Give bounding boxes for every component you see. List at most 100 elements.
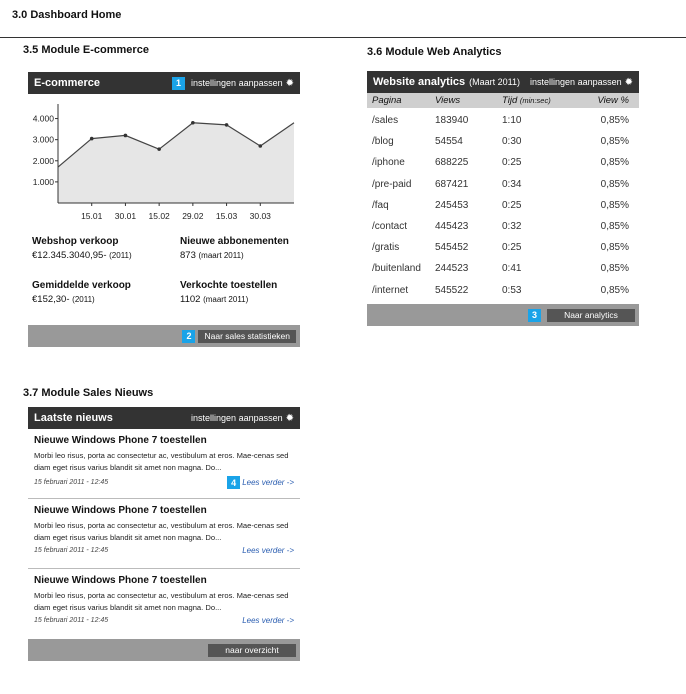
news-item-body: Morbi leo risus, porta ac consectetur ac… — [34, 451, 289, 472]
chart-data-point — [89, 136, 94, 141]
cell-views: 244523 — [435, 263, 469, 275]
read-more-link[interactable]: Lees verder -> — [242, 546, 294, 555]
stat-value: 873 (maart 2011) — [180, 250, 310, 261]
read-more-label: Lees verder -> — [242, 616, 294, 625]
chart-data-point — [258, 144, 263, 148]
chart-x-tick-label: 30.03 — [250, 211, 272, 221]
ecommerce-header: E-commerce 1 instellingen aanpassen ✹ — [28, 72, 300, 94]
cell-time: 1:10 — [502, 115, 522, 127]
cell-time: 0:30 — [502, 136, 522, 148]
chart-x-tick-label: 15.02 — [149, 211, 171, 221]
cell-page: /blog — [372, 136, 394, 148]
news-list: Nieuwe Windows Phone 7 toestellen Morbi l… — [28, 429, 300, 639]
chart-y-tick-label: 3.000 — [33, 135, 55, 145]
analytics-button[interactable]: Naar analytics — [547, 308, 635, 322]
chart-y-tick-label: 4.000 — [33, 114, 55, 124]
column-header-page: Pagina — [372, 95, 402, 106]
ecommerce-stats: Webshop verkoop €12.345.3040,95- (2011) … — [28, 234, 300, 325]
cell-views: 687421 — [435, 178, 469, 190]
news-title: Laatste nieuws — [34, 412, 113, 424]
cell-view-pct: 0,85% — [600, 178, 629, 190]
cell-time: 0:25 — [502, 242, 522, 254]
chart-data-point — [157, 147, 161, 151]
cell-page: /sales — [372, 115, 399, 127]
settings-label: instellingen aanpassen — [530, 77, 622, 87]
chart-x-tick-label: 15.01 — [81, 211, 103, 221]
sales-statistics-button[interactable]: Naar sales statistieken — [198, 329, 296, 343]
cell-views: 54554 — [435, 136, 463, 148]
news-item: Nieuwe Windows Phone 7 toestellen Morbi l… — [28, 569, 300, 639]
news-item-date: 15 februari 2011 - 12:45 — [34, 547, 109, 554]
cell-page: /faq — [372, 199, 389, 211]
table-row: /buitenland 244523 0:41 0,85% — [367, 258, 639, 279]
web-analytics-panel: Website analytics (Maart 2011) instellin… — [367, 71, 639, 326]
stat-number: €12.345.3040,95- — [32, 250, 107, 261]
table-row: /pre-paid 687421 0:34 0,85% — [367, 174, 639, 195]
news-item-body: Morbi leo risus, porta ac consectetur ac… — [34, 591, 289, 612]
cell-time: 0:25 — [502, 157, 522, 169]
chart-y-tick-label: 1.000 — [33, 177, 55, 187]
news-item-title: Nieuwe Windows Phone 7 toestellen — [34, 505, 207, 516]
table-row: /blog 54554 0:30 0,85% — [367, 131, 639, 152]
analytics-table-header: Pagina Views Tijd (min:sec) View % — [367, 93, 639, 108]
news-item-date: 15 februari 2011 - 12:45 — [34, 617, 109, 624]
news-footer: naar overzicht — [28, 639, 300, 661]
annotation-badge: 2 — [182, 329, 196, 343]
ecommerce-chart: 1.000 2.000 3.000 4.000 15.01 30.01 15.02 29.02… — [28, 94, 300, 234]
stat-label: Nieuwe abbonementen — [180, 236, 289, 247]
news-item-meta: 15 februari 2011 - 12:45 Lees verder -> — [34, 546, 294, 555]
read-more-link[interactable]: Lees verder -> — [242, 616, 294, 625]
stat-value: 1102 (maart 2011) — [180, 294, 310, 305]
table-row: /gratis 545452 0:25 0,85% — [367, 237, 639, 258]
web-analytics-settings-button[interactable]: instellingen aanpassen ✹ — [530, 77, 633, 88]
stat-period: (maart 2011) — [198, 251, 244, 260]
chart-x-tick-label: 29.02 — [182, 211, 204, 221]
news-overview-button[interactable]: naar overzicht — [208, 643, 296, 657]
cell-view-pct: 0,85% — [600, 263, 629, 275]
annotation-badge: 4 — [227, 476, 241, 489]
cell-time: 0:53 — [502, 284, 522, 296]
news-settings-button[interactable]: instellingen aanpassen ✹ — [191, 413, 294, 424]
ecommerce-footer: 2 Naar sales statistieken — [28, 325, 300, 347]
web-analytics-header: Website analytics (Maart 2011) instellin… — [367, 71, 639, 93]
gear-icon: ✹ — [624, 76, 633, 88]
read-more-label: Lees verder -> — [242, 546, 294, 555]
section-title-sales-news: 3.7 Module Sales Nieuws — [23, 387, 154, 399]
read-more-link[interactable]: 4 Lees verder -> — [227, 476, 294, 489]
web-analytics-period: (Maart 2011) — [469, 77, 520, 87]
cell-view-pct: 0,85% — [600, 157, 629, 169]
cell-view-pct: 0,85% — [600, 115, 629, 127]
stat-new-subscriptions: Nieuwe abbonementen 873 (maart 2011) — [180, 236, 310, 261]
news-item-date: 15 februari 2011 - 12:45 — [34, 479, 109, 486]
stat-label: Gemiddelde verkoop — [32, 280, 131, 291]
chart-data-point — [191, 120, 195, 125]
annotation-badge: 1 — [172, 76, 186, 90]
news-panel: Laatste nieuws instellingen aanpassen ✹ … — [28, 407, 300, 661]
section-title-ecommerce: 3.5 Module E-commerce — [23, 44, 149, 56]
cell-page: /buitenland — [372, 263, 421, 275]
cell-page: /pre-paid — [372, 178, 412, 190]
chart-data-point — [224, 123, 229, 127]
cell-time: 0:34 — [502, 178, 522, 190]
chart-area-fill — [58, 122, 294, 203]
news-item-meta: 15 februari 2011 - 12:45 4 Lees verder -> — [34, 476, 294, 489]
ecommerce-settings-button[interactable]: instellingen aanpassen ✹ — [191, 78, 294, 89]
stat-value: €12.345.3040,95- (2011) — [32, 250, 162, 261]
cell-page: /contact — [372, 221, 408, 233]
news-header: Laatste nieuws instellingen aanpassen ✹ — [28, 407, 300, 429]
table-row: /faq 245453 0:25 0,85% — [367, 195, 639, 216]
column-header-view-pct: View % — [597, 95, 629, 106]
table-row: /iphone 688225 0:25 0,85% — [367, 152, 639, 173]
stat-period: (2011) — [72, 295, 95, 304]
news-item-meta: 15 februari 2011 - 12:45 Lees verder -> — [34, 616, 294, 625]
settings-label: instellingen aanpassen — [191, 78, 283, 88]
news-item-title: Nieuwe Windows Phone 7 toestellen — [34, 575, 207, 586]
stat-label: Webshop verkoop — [32, 236, 119, 247]
chart-x-tick-label: 30.01 — [115, 211, 137, 221]
settings-label: instellingen aanpassen — [191, 413, 283, 423]
cell-time: 0:25 — [502, 199, 522, 211]
web-analytics-title: Website analytics — [373, 76, 466, 88]
stat-webshop-sales: Webshop verkoop €12.345.3040,95- (2011) — [32, 236, 162, 261]
page-title: 3.0 Dashboard Home — [12, 9, 122, 21]
analytics-table-body: /sales 183940 1:10 0,85% /blog 54554 0:30 0,85%… — [367, 108, 639, 304]
